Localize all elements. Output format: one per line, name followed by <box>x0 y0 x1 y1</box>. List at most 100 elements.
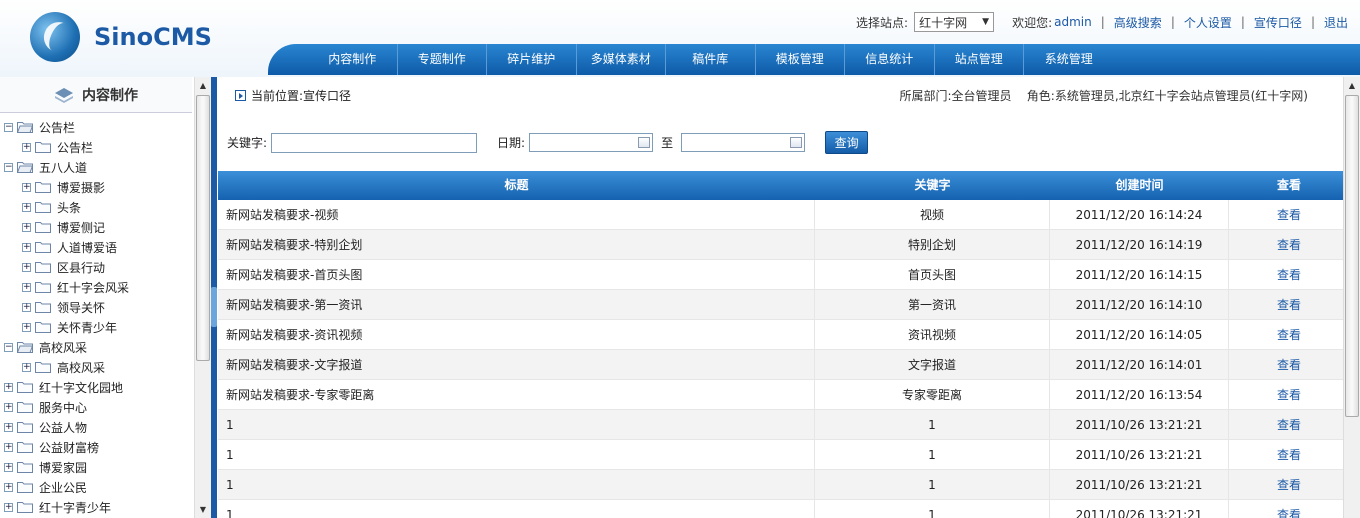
user-link[interactable]: admin <box>1054 15 1092 29</box>
collapse-icon[interactable]: − <box>4 342 13 352</box>
tree-item[interactable]: + 关怀青少年 <box>0 317 194 337</box>
tree-item[interactable]: + 区县行动 <box>0 257 194 277</box>
tree-item[interactable]: + 高校风采 <box>0 357 194 377</box>
view-link[interactable]: 查看 <box>1229 230 1349 259</box>
collapse-icon[interactable]: − <box>4 122 13 132</box>
expand-icon[interactable]: + <box>22 182 31 192</box>
view-link[interactable]: 查看 <box>1229 350 1349 379</box>
personal-settings-link[interactable]: 个人设置 <box>1184 14 1232 31</box>
expand-icon[interactable]: + <box>4 422 13 432</box>
expand-icon[interactable]: + <box>22 322 31 332</box>
nav-templates[interactable]: 模板管理 <box>756 44 845 75</box>
table-row: 新网站发稿要求-资讯视频 资讯视频 2011/12/20 16:14:05 查看 <box>218 320 1349 350</box>
tree-item[interactable]: + 红十字文化园地 <box>0 377 194 397</box>
date-to-input[interactable] <box>681 133 806 152</box>
view-link[interactable]: 查看 <box>1229 470 1349 499</box>
logout-link[interactable]: 退出 <box>1324 14 1348 31</box>
calendar-icon[interactable] <box>790 137 803 148</box>
sidebar-scroll-thumb[interactable] <box>196 95 210 361</box>
expand-icon[interactable]: + <box>22 202 31 212</box>
view-link[interactable]: 查看 <box>1229 500 1349 518</box>
tree-item[interactable]: + 公告栏 <box>0 137 194 157</box>
tree-item[interactable]: + 红十字会风采 <box>0 277 194 297</box>
expand-icon[interactable]: + <box>4 402 13 412</box>
expand-icon[interactable]: + <box>4 442 13 452</box>
query-button[interactable]: 查询 <box>825 131 869 154</box>
folder-icon <box>35 302 51 313</box>
tree-item[interactable]: + 公益人物 <box>0 417 194 437</box>
tree-item-label: 区县行动 <box>57 260 106 275</box>
view-link[interactable]: 查看 <box>1229 380 1349 409</box>
expand-icon[interactable]: + <box>22 142 31 152</box>
folder-icon <box>35 262 51 273</box>
tree-item[interactable]: + 服务中心 <box>0 397 194 417</box>
folder-icon <box>35 242 51 253</box>
header-created[interactable]: 创建时间 <box>1050 171 1229 200</box>
tree-item[interactable]: + 博爱家园 <box>0 457 194 477</box>
main-scroll-thumb[interactable] <box>1345 95 1359 417</box>
cell-title: 新网站发稿要求-文字报道 <box>218 350 815 379</box>
collapse-icon[interactable]: − <box>4 162 13 172</box>
site-select[interactable]: 红十字网 ▼ <box>914 12 995 32</box>
folder-icon <box>35 142 51 153</box>
expand-icon[interactable]: + <box>22 302 31 312</box>
table-body: 新网站发稿要求-视频 视频 2011/12/20 16:14:24 查看 新网站发稿要求… <box>218 200 1349 518</box>
view-link[interactable]: 查看 <box>1229 320 1349 349</box>
expand-icon[interactable]: + <box>22 222 31 232</box>
date-from-input[interactable] <box>529 133 654 152</box>
folder-icon <box>17 422 33 433</box>
header-title[interactable]: 标题 <box>218 171 815 200</box>
nav-topic[interactable]: 专题制作 <box>398 44 487 75</box>
category-tree: − 公告栏 + 公告栏 − 五八人道 + 博爱摄影 + 头条 + 博爱侧记 + 人道博爱语 + 区县行动 + 红十… <box>0 117 194 517</box>
scroll-up-icon[interactable]: ▲ <box>1344 77 1360 94</box>
sidebar-scrollbar[interactable]: ▲ ▼ <box>194 77 211 518</box>
expand-icon[interactable]: + <box>4 462 13 472</box>
folder-icon <box>17 482 33 493</box>
tree-item[interactable]: + 领导关怀 <box>0 297 194 317</box>
nav-fragment[interactable]: 碎片维护 <box>487 44 577 75</box>
expand-icon[interactable]: + <box>22 242 31 252</box>
tree-item[interactable]: − 五八人道 <box>0 157 194 177</box>
tree-item[interactable]: − 公告栏 <box>0 117 194 137</box>
header-keyword[interactable]: 关键字 <box>815 171 1050 200</box>
nav-sites[interactable]: 站点管理 <box>935 44 1024 75</box>
expand-icon[interactable]: + <box>22 262 31 272</box>
scroll-up-icon[interactable]: ▲ <box>195 77 211 94</box>
folder-icon <box>17 382 33 393</box>
main-scrollbar[interactable]: ▲ <box>1343 77 1360 518</box>
folder-icon <box>35 282 51 293</box>
view-link[interactable]: 查看 <box>1229 410 1349 439</box>
tree-item[interactable]: + 博爱侧记 <box>0 217 194 237</box>
table-row: 新网站发稿要求-特别企划 特别企划 2011/12/20 16:14:19 查看 <box>218 230 1349 260</box>
publicity-link[interactable]: 宣传口径 <box>1254 14 1302 31</box>
scroll-down-icon[interactable]: ▼ <box>195 501 211 518</box>
tree-item[interactable]: + 人道博爱语 <box>0 237 194 257</box>
cell-created: 2011/12/20 16:14:24 <box>1050 200 1229 229</box>
view-link[interactable]: 查看 <box>1229 260 1349 289</box>
nav-system[interactable]: 系统管理 <box>1024 44 1114 75</box>
nav-media[interactable]: 多媒体素材 <box>577 44 666 75</box>
tree-item[interactable]: + 公益财富榜 <box>0 437 194 457</box>
cell-keyword: 首页头图 <box>815 260 1050 289</box>
tree-item[interactable]: + 博爱摄影 <box>0 177 194 197</box>
tree-item[interactable]: − 高校风采 <box>0 337 194 357</box>
nav-content[interactable]: 内容制作 <box>308 44 398 75</box>
view-link[interactable]: 查看 <box>1229 290 1349 319</box>
view-link[interactable]: 查看 <box>1229 200 1349 229</box>
tree-item[interactable]: + 红十字青少年 <box>0 497 194 517</box>
nav-manuscripts[interactable]: 稿件库 <box>666 44 756 75</box>
cell-title: 新网站发稿要求-第一资讯 <box>218 290 815 319</box>
expand-icon[interactable]: + <box>4 382 13 392</box>
keyword-input[interactable] <box>271 132 478 153</box>
nav-statistics[interactable]: 信息统计 <box>845 44 935 75</box>
tree-item-label: 红十字文化园地 <box>39 380 124 395</box>
expand-icon[interactable]: + <box>4 502 13 512</box>
expand-icon[interactable]: + <box>22 282 31 292</box>
tree-item[interactable]: + 企业公民 <box>0 477 194 497</box>
advanced-search-link[interactable]: 高级搜索 <box>1114 14 1162 31</box>
tree-item[interactable]: + 头条 <box>0 197 194 217</box>
view-link[interactable]: 查看 <box>1229 440 1349 469</box>
expand-icon[interactable]: + <box>22 362 31 372</box>
calendar-icon[interactable] <box>638 137 651 148</box>
expand-icon[interactable]: + <box>4 482 13 492</box>
